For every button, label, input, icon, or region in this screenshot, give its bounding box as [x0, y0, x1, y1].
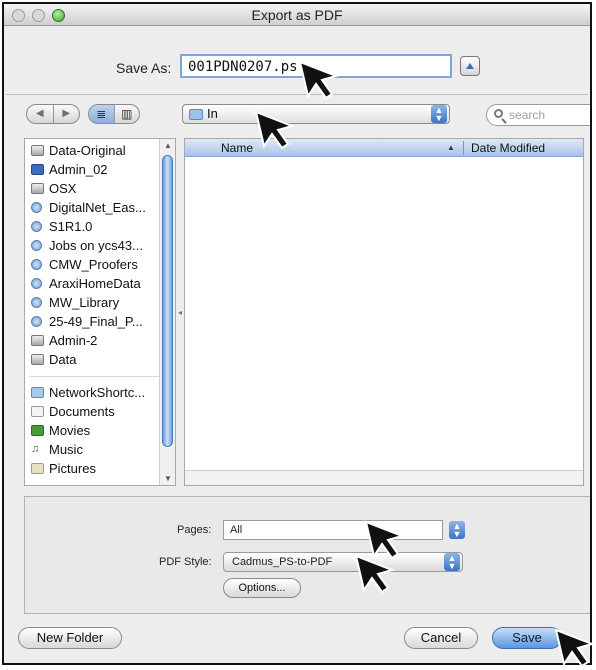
pictures-icon [31, 463, 44, 474]
cancel-button[interactable]: Cancel [404, 627, 478, 649]
location-value: In [207, 106, 218, 121]
sidebar-divider [29, 369, 171, 377]
popup-stepper-icon: ▲ ▼ [444, 553, 460, 571]
splitter-handle[interactable]: ◂ [178, 308, 182, 317]
sidebar-item[interactable]: OSX [25, 179, 159, 198]
document-icon [31, 406, 44, 417]
save-as-label: Save As: [116, 60, 172, 76]
sidebar-item[interactable]: CMW_Proofers [25, 255, 159, 274]
sidebar-item[interactable]: DigitalNet_Eas... [25, 198, 159, 217]
pdf-style-value: Cadmus_PS-to-PDF [232, 556, 333, 568]
pointer-arrow-icon [254, 110, 296, 150]
column-view-button[interactable]: ▥ [115, 105, 140, 123]
name-column-header[interactable]: Name [221, 139, 253, 157]
sidebar-item[interactable]: Admin_02 [25, 160, 159, 179]
movie-icon [31, 425, 44, 436]
pages-field[interactable]: All [223, 520, 443, 540]
disk-icon [31, 145, 44, 156]
disk-icon [31, 335, 44, 346]
sidebar-item-label: Admin-2 [49, 333, 98, 348]
window-title: Export as PDF [251, 7, 343, 23]
sidebar: Data-Original Admin_02 OSX DigitalNet_Eas..… [24, 138, 176, 486]
sidebar-item[interactable]: Pictures [25, 459, 159, 478]
date-modified-column-header[interactable]: Date Modified [471, 139, 545, 157]
folder-icon [189, 109, 203, 120]
new-folder-button[interactable]: New Folder [18, 627, 122, 649]
column-divider[interactable] [463, 141, 464, 155]
disk-icon [31, 354, 44, 365]
sidebar-item-label: OSX [49, 181, 77, 196]
sidebar-item[interactable]: Movies [25, 421, 159, 440]
sidebar-item[interactable]: Data-Original [25, 141, 159, 160]
sidebar-item[interactable]: 25-49_Final_P... [25, 312, 159, 331]
music-icon: ♫ [31, 443, 40, 455]
screen-icon [31, 164, 44, 175]
sidebar-item-label: NetworkShortc... [49, 385, 146, 400]
sidebar-item-label: CMW_Proofers [49, 257, 138, 272]
sidebar-item[interactable]: AraxiHomeData [25, 274, 159, 293]
file-list-header: Name ▲ Date Modified [185, 139, 583, 157]
search-icon [494, 109, 503, 118]
sidebar-item[interactable]: MW_Library [25, 293, 159, 312]
sidebar-item-label: AraxiHomeData [49, 276, 141, 291]
scroll-down-icon[interactable]: ▼ [164, 474, 172, 483]
sidebar-item-label: 25-49_Final_P... [49, 314, 143, 329]
sidebar-item-label: Music [49, 442, 83, 457]
sidebar-item-label: S1R1.0 [49, 219, 93, 234]
network-icon [31, 259, 42, 270]
pointer-arrow-icon [354, 554, 396, 594]
sidebar-item-label: Admin_02 [49, 162, 108, 177]
horizontal-scrollbar[interactable] [185, 470, 583, 485]
sidebar-item-label: DigitalNet_Eas... [49, 200, 146, 215]
sidebar-item-label: Documents [49, 404, 115, 419]
scroll-thumb[interactable] [162, 155, 173, 447]
forward-button[interactable]: ▶ [54, 105, 80, 123]
pdf-style-label: PDF Style: [159, 556, 212, 568]
network-icon [31, 202, 42, 213]
folder-icon [31, 387, 44, 398]
sidebar-item[interactable]: Admin-2 [25, 331, 159, 350]
network-icon [31, 278, 42, 289]
sidebar-item[interactable]: Jobs on ycs43... [25, 236, 159, 255]
network-icon [31, 316, 42, 327]
popup-stepper-icon: ▲ ▼ [431, 105, 447, 123]
scroll-up-icon[interactable]: ▲ [164, 141, 172, 150]
search-field[interactable]: search [486, 104, 590, 126]
pages-label: Pages: [177, 524, 212, 536]
sidebar-item-label: MW_Library [49, 295, 120, 310]
options-button[interactable]: Options... [223, 578, 301, 598]
sidebar-item[interactable]: Data [25, 350, 159, 369]
search-placeholder: search [509, 108, 546, 122]
history-nav: ◀ ▶ [26, 104, 80, 124]
location-popup[interactable]: In ▲ ▼ [182, 104, 450, 124]
title-bar: Export as PDF [4, 4, 590, 26]
collapse-dialog-button[interactable] [460, 56, 480, 76]
disk-icon [31, 183, 44, 194]
sidebar-item[interactable]: Documents [25, 402, 159, 421]
sidebar-list: Data-Original Admin_02 OSX DigitalNet_Eas..… [25, 139, 175, 478]
network-icon [31, 240, 42, 251]
sidebar-item-label: Movies [49, 423, 91, 438]
sidebar-item[interactable]: NetworkShortc... [25, 383, 159, 402]
pointer-arrow-icon [554, 628, 596, 668]
sidebar-scrollbar[interactable]: ▲ ▼ [159, 139, 175, 485]
list-view-button[interactable]: ≣ [89, 105, 115, 123]
sidebar-item[interactable]: S1R1.0 [25, 217, 159, 236]
back-button[interactable]: ◀ [27, 105, 54, 123]
pdf-style-popup[interactable]: Cadmus_PS-to-PDF ▲ ▼ [223, 552, 463, 572]
sidebar-item[interactable]: ♫ Music [25, 440, 159, 459]
sort-ascending-icon: ▲ [447, 143, 455, 152]
pages-stepper-icon[interactable]: ▲ ▼ [449, 521, 465, 539]
file-list: Name ▲ Date Modified [184, 138, 584, 486]
pdf-options-panel: Pages: All ▲ ▼ PDF Style: Cadmus_PS-to-PD… [24, 496, 590, 614]
sidebar-item-label: Pictures [49, 461, 96, 476]
network-icon [31, 297, 42, 308]
sidebar-item-label: Data-Original [49, 143, 126, 158]
view-mode-toggle: ≣ ▥ [88, 104, 140, 124]
sidebar-item-label: Data [49, 352, 77, 367]
pointer-arrow-icon [298, 60, 340, 100]
network-icon [31, 221, 42, 232]
sidebar-item-label: Jobs on ycs43... [49, 238, 143, 253]
